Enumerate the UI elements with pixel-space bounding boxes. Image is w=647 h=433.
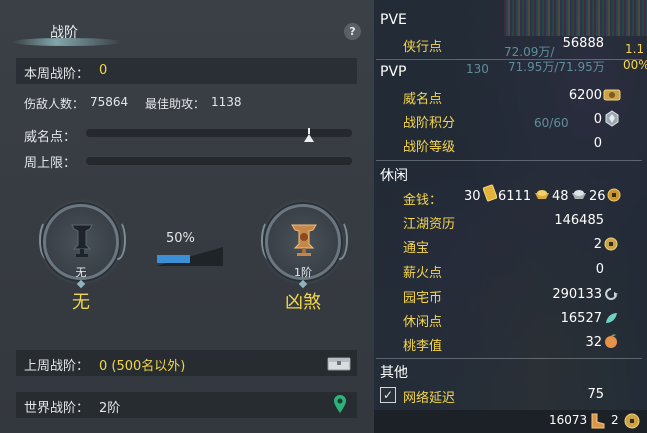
- pve-item-value: 56888: [562, 36, 604, 51]
- footer-value: 2: [611, 413, 619, 427]
- tab-underline-decoration: [12, 38, 122, 46]
- money-silver: 48: [552, 189, 569, 204]
- best-assist-value: 1138: [211, 95, 242, 109]
- money-copper: 26: [589, 189, 606, 204]
- bronze-medal-icon: [291, 224, 317, 256]
- latency-label: 网络延迟: [403, 391, 456, 406]
- gold-ticket-icon: [483, 184, 497, 202]
- estate-coin-icon: [605, 288, 618, 300]
- pve-item-label: 侠行点: [403, 40, 443, 55]
- pvp-item-label: 战阶积分: [403, 116, 456, 131]
- rank-score-icon: [605, 110, 619, 127]
- leisure-header: 休闲: [380, 168, 408, 184]
- copper-coin-icon: [607, 188, 621, 202]
- leisure-item-value: 0: [595, 262, 604, 277]
- pvp-header: PVP: [380, 64, 407, 80]
- prestige-label: 威名点：: [24, 130, 77, 145]
- leisure-item-label: 江湖资历: [403, 217, 456, 232]
- leisure-item-value: 16527: [560, 311, 602, 326]
- chest-icon[interactable]: [327, 355, 351, 371]
- leisure-item-label: 园宅币: [403, 291, 443, 306]
- pvp-item-label: 战阶等级: [403, 140, 456, 155]
- leaf-icon: [606, 313, 617, 323]
- divider: [376, 59, 642, 60]
- pvp-item-value: 6200: [568, 88, 602, 103]
- coin-icon: [624, 413, 640, 429]
- weekly-rank-value: 0: [99, 63, 108, 78]
- panel-header: 战阶 ?: [0, 0, 374, 48]
- location-pin-icon[interactable]: [333, 394, 347, 414]
- enemies-hurt-value: 75864: [90, 95, 129, 109]
- money-gold: 30: [464, 189, 481, 204]
- divider: [376, 358, 642, 359]
- leisure-item-label: 通宝: [403, 241, 430, 256]
- diamond-decoration-icon: [76, 279, 86, 289]
- best-assist-label: 最佳助攻：: [145, 97, 206, 111]
- weekly-cap-label: 周上限：: [24, 156, 77, 171]
- last-week-label: 上周战阶：: [24, 359, 90, 374]
- background-ghost-text: 71.95万/71.95万: [508, 60, 605, 74]
- tongbao-coin-icon: [604, 237, 618, 251]
- latency-checkbox[interactable]: ✓: [380, 387, 396, 403]
- leisure-item-value: 290133: [552, 287, 602, 302]
- footer-value: 16073: [549, 413, 588, 427]
- weekly-cap-bar: [86, 157, 352, 165]
- current-medal-caption: 无: [75, 266, 87, 279]
- boot-icon: [591, 413, 605, 429]
- peach-icon: [605, 334, 617, 348]
- money-label: 金钱：: [403, 193, 443, 208]
- progress-bar: [157, 252, 223, 266]
- next-medal-caption: 1阶: [294, 266, 312, 279]
- prestige-marker: [304, 134, 314, 142]
- pvp-item-value: 0: [593, 112, 602, 127]
- footer-strip: 16073 2: [374, 410, 647, 433]
- latency-value: 75: [587, 387, 604, 402]
- leisure-item-label: 休闲点: [403, 315, 443, 330]
- leisure-item-label: 薪火点: [403, 266, 443, 281]
- world-rank-label: 世界战阶：: [24, 401, 90, 416]
- background-ghost-text: 130: [466, 62, 489, 76]
- battle-rank-panel: 战阶 ? 本周战阶： 0 伤敌人数： 75864 最佳助攻： 1138 威名点：…: [0, 0, 374, 433]
- leisure-item-value: 2: [593, 237, 602, 252]
- pvp-item-value: 0: [593, 136, 602, 151]
- current-medal-title: 无: [72, 292, 90, 313]
- background-ghost-text: 00%: [623, 58, 647, 72]
- leisure-item-value: 146485: [554, 213, 604, 228]
- blank-medal-icon: [71, 224, 93, 257]
- money-silver-big: 6111: [498, 189, 532, 204]
- gold-ingot-icon: [535, 190, 549, 199]
- help-icon[interactable]: ?: [344, 23, 361, 40]
- weekly-rank-label: 本周战阶：: [24, 67, 90, 82]
- silver-ingot-icon: [572, 190, 586, 199]
- background-ghost-text: 1.1: [625, 42, 645, 56]
- leisure-item-value: 32: [585, 335, 602, 350]
- divider: [376, 160, 642, 161]
- prestige-badge-icon: [603, 89, 621, 101]
- progress-fill: [157, 255, 190, 263]
- leisure-item-label: 桃李值: [403, 339, 443, 354]
- enemies-hurt-label: 伤敌人数：: [24, 97, 85, 111]
- last-week-value: 0 (500名以外): [99, 359, 186, 374]
- currency-tooltip-panel: 72.09万/ 71.95万/71.95万 130 60/60 1.1 00% …: [374, 0, 647, 433]
- next-medal-title: 凶煞: [285, 292, 321, 313]
- world-rank-value: 2阶: [99, 401, 121, 416]
- pve-header: PVE: [380, 12, 407, 28]
- progress-percent: 50%: [166, 231, 195, 246]
- pvp-item-label: 威名点: [403, 92, 443, 107]
- other-header: 其他: [380, 365, 408, 381]
- diamond-decoration-icon: [298, 279, 308, 289]
